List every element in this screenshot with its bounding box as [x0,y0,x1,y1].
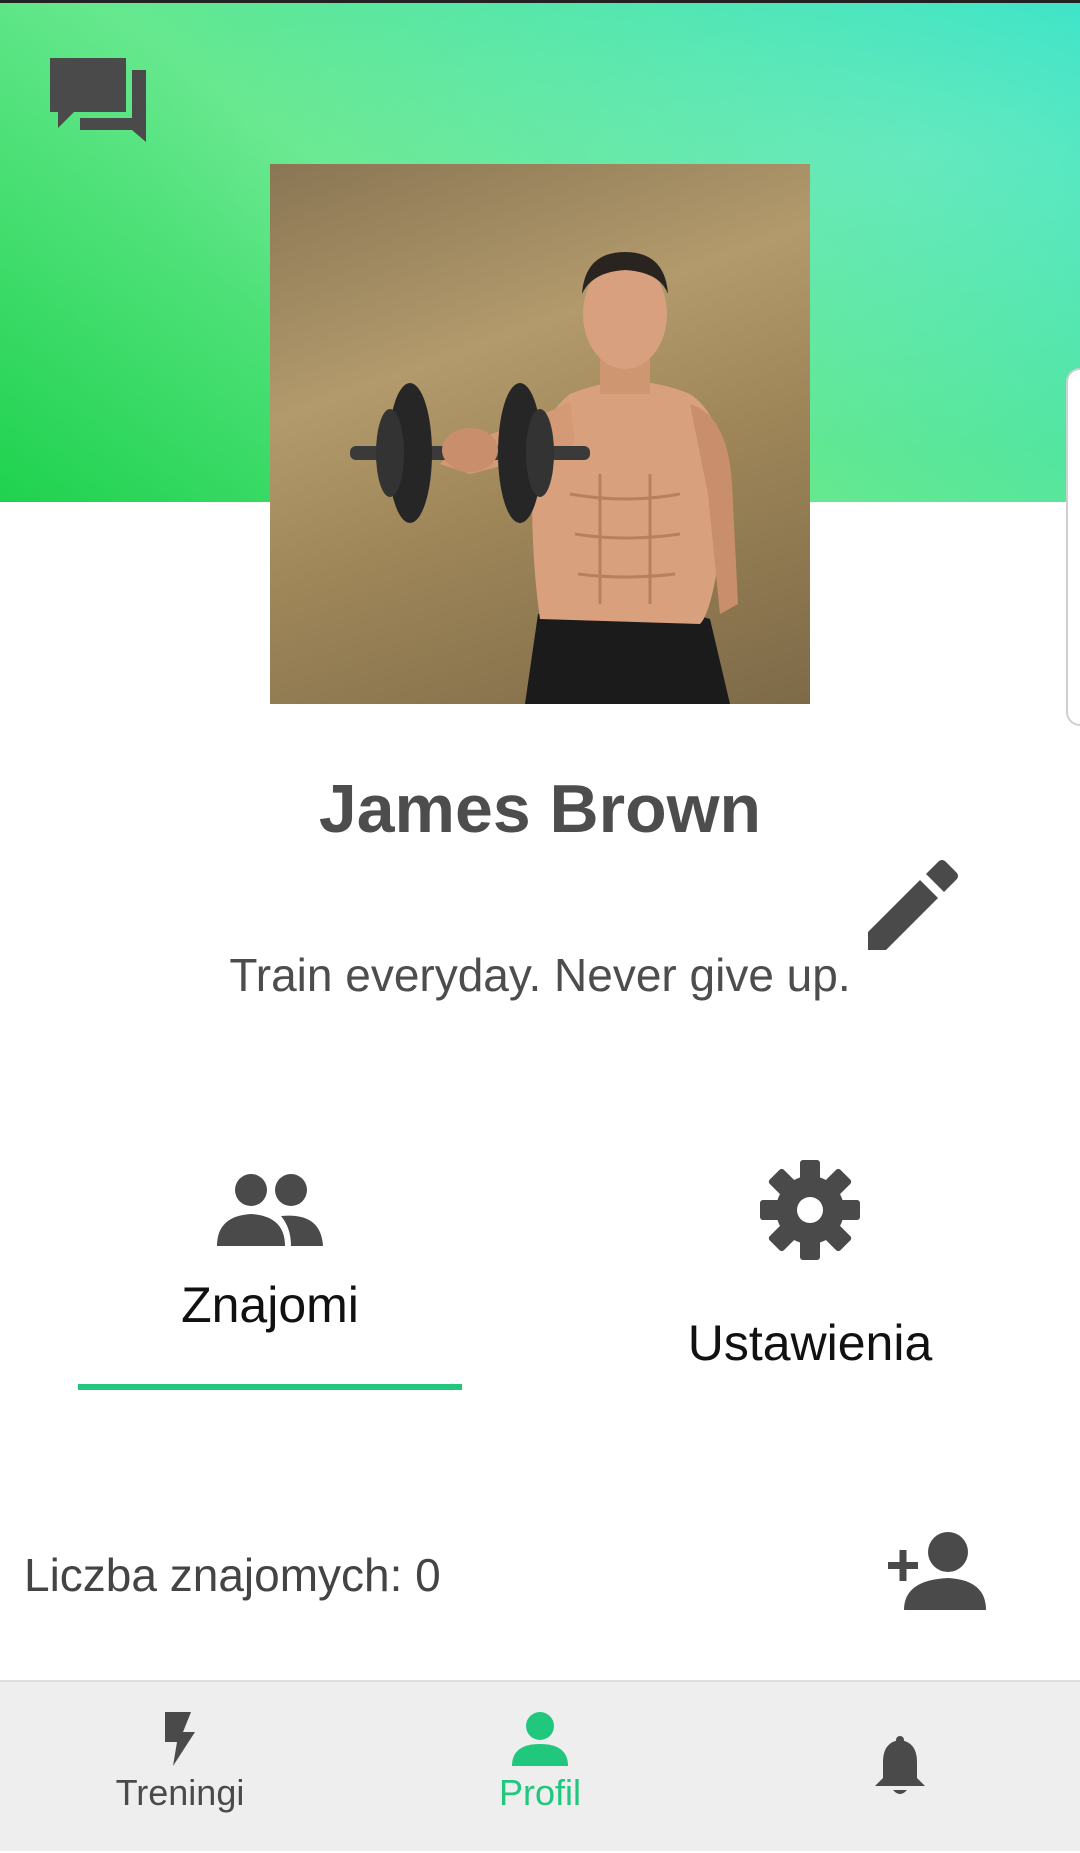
add-friend-icon[interactable] [888,1530,986,1610]
active-tab-indicator [78,1384,462,1390]
tab-friends[interactable]: Znajomi [70,1150,470,1334]
profile-photo[interactable] [270,164,810,704]
nav-item-trainings[interactable]: Treningi [30,1682,330,1853]
chat-icon[interactable] [48,56,148,146]
edit-pencil-icon[interactable] [866,858,960,952]
profile-name: James Brown [318,771,762,847]
tab-settings-label: Ustawienia [687,1315,933,1371]
people-icon [217,1174,323,1246]
tab-settings[interactable]: Ustawienia [610,1158,1010,1372]
nav-label-profile: Profil [498,1772,582,1813]
gear-icon [760,1160,860,1260]
person-icon [512,1712,568,1766]
tab-friends-label: Znajomi [181,1277,359,1333]
friends-count: Liczba znajomych: 0 [24,1549,441,1601]
side-panel-handle[interactable] [1066,368,1080,726]
bottom-navigation: Treningi Profil [0,1680,1080,1851]
lightning-icon [165,1712,195,1766]
nav-item-notifications[interactable] [750,1682,1050,1853]
bell-icon [875,1736,925,1794]
nav-label-trainings: Treningi [115,1772,245,1813]
profile-motto: Train everyday. Never give up. [229,949,851,1001]
nav-item-profile[interactable]: Profil [390,1682,690,1853]
profile-photo-illustration [350,252,738,704]
